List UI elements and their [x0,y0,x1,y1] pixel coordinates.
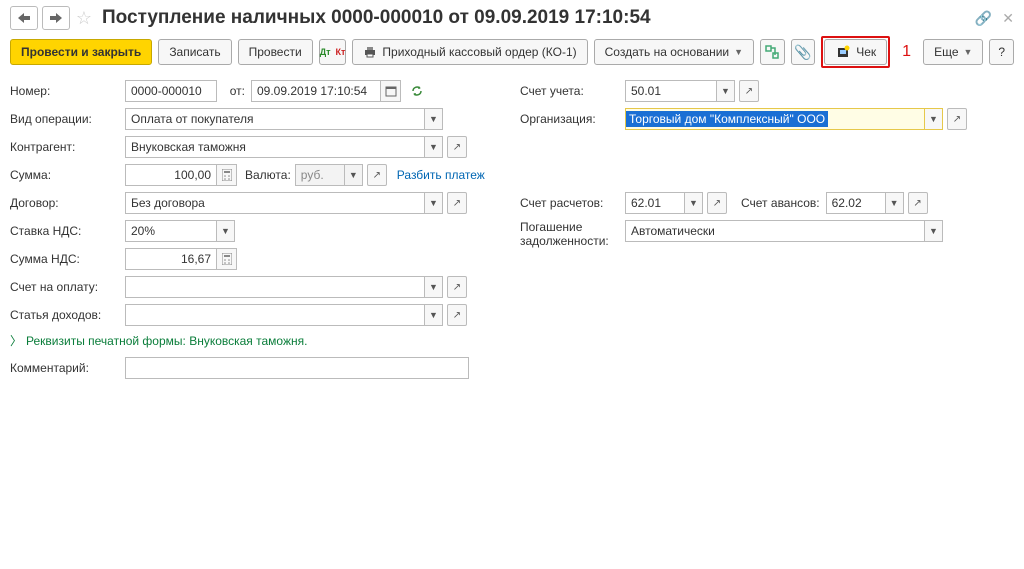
income-dropdown[interactable]: ▼ [425,304,443,326]
currency-open[interactable]: ↗ [367,164,387,186]
counterparty-dropdown[interactable]: ▼ [425,136,443,158]
annotation-1: 1 [902,43,911,61]
date-field[interactable]: 09.09.2019 17:10:54 [251,80,381,102]
comment-field[interactable] [125,357,469,379]
settle-account-open[interactable]: ↗ [707,192,727,214]
save-button[interactable]: Записать [158,39,231,65]
nav-back-button[interactable] [10,6,38,30]
link-icon[interactable]: 🔗 [975,10,992,27]
close-icon[interactable]: ✕ [1002,10,1014,27]
counterparty-label: Контрагент: [10,140,125,154]
attachment-button[interactable]: 📎 [791,39,816,65]
income-open[interactable]: ↗ [447,304,467,326]
chevron-down-icon: ▼ [964,47,973,57]
print-form-req-text: Реквизиты печатной формы: Внуковская там… [26,334,307,348]
nav-forward-button[interactable] [42,6,70,30]
counterparty-open[interactable]: ↗ [447,136,467,158]
settle-account-field[interactable]: 62.01 [625,192,685,214]
debt-closing-field[interactable]: Автоматически [625,220,925,242]
number-label: Номер: [10,84,125,98]
optype-field[interactable]: Оплата от покупателя [125,108,425,130]
vatsum-calc-icon[interactable] [217,248,237,270]
vatsum-field[interactable]: 16,67 [125,248,217,270]
sum-label: Сумма: [10,168,125,182]
organization-field[interactable]: Торговый дом "Комплексный" ООО [625,108,925,130]
number-field[interactable]: 0000-000010 [125,80,217,102]
contract-label: Договор: [10,196,125,210]
advance-account-label: Счет авансов: [741,196,820,210]
related-docs-button[interactable] [760,39,785,65]
vatrate-dropdown[interactable]: ▼ [217,220,235,242]
print-ko1-label: Приходный кассовый ордер (КО-1) [382,45,576,59]
settle-account-dropdown[interactable]: ▼ [685,192,703,214]
check-highlight-box: Чек [821,36,890,68]
optype-label: Вид операции: [10,112,125,126]
from-label: от: [217,84,245,98]
income-field[interactable] [125,304,425,326]
chevron-right-icon: 〉 [10,332,22,349]
invoice-open[interactable]: ↗ [447,276,467,298]
more-button[interactable]: Еще ▼ [923,39,983,65]
organization-label: Организация: [520,112,625,126]
currency-label: Валюта: [245,168,291,182]
debt-closing-dropdown[interactable]: ▼ [925,220,943,242]
organization-value: Торговый дом "Комплексный" ООО [626,111,828,127]
organization-dropdown[interactable]: ▼ [925,108,943,130]
help-button[interactable]: ? [989,39,1014,65]
account-field[interactable]: 50.01 [625,80,717,102]
contract-open[interactable]: ↗ [447,192,467,214]
dt-kt-button[interactable]: ДтКт [319,39,347,65]
post-and-close-button[interactable]: Провести и закрыть [10,39,152,65]
optype-dropdown[interactable]: ▼ [425,108,443,130]
income-label: Статья доходов: [10,308,125,322]
invoice-label: Счет на оплату: [10,280,125,294]
advance-account-dropdown[interactable]: ▼ [886,192,904,214]
post-button[interactable]: Провести [238,39,313,65]
vatsum-label: Сумма НДС: [10,252,125,266]
currency-field: руб. [295,164,345,186]
invoice-dropdown[interactable]: ▼ [425,276,443,298]
receipt-icon [835,45,851,59]
invoice-field[interactable] [125,276,425,298]
chevron-down-icon: ▼ [734,47,743,57]
account-label: Счет учета: [520,84,625,98]
vatrate-label: Ставка НДС: [10,224,125,238]
sum-field[interactable]: 100,00 [125,164,217,186]
settle-account-label: Счет расчетов: [520,196,625,210]
check-label: Чек [856,45,876,59]
print-ko1-button[interactable]: Приходный кассовый ордер (КО-1) [352,39,587,65]
organization-open[interactable]: ↗ [947,108,967,130]
paperclip-icon: 📎 [794,44,811,61]
refresh-icon[interactable] [407,80,427,102]
comment-label: Комментарий: [10,361,125,375]
print-form-requisites-link[interactable]: 〉 Реквизиты печатной формы: Внуковская т… [10,332,490,349]
check-button[interactable]: Чек [824,39,887,65]
debt-closing-label: Погашение задолженности: [520,220,625,248]
calendar-icon[interactable] [381,80,401,102]
counterparty-field[interactable]: Внуковская таможня [125,136,425,158]
sum-calc-icon[interactable] [217,164,237,186]
printer-icon [363,46,377,58]
account-open[interactable]: ↗ [739,80,759,102]
create-based-on-button[interactable]: Создать на основании ▼ [594,39,754,65]
vatrate-field[interactable]: 20% [125,220,217,242]
account-dropdown[interactable]: ▼ [717,80,735,102]
split-payment-link[interactable]: Разбить платеж [397,168,485,182]
more-label: Еще [934,45,958,59]
contract-field[interactable]: Без договора [125,192,425,214]
currency-dropdown: ▼ [345,164,363,186]
contract-dropdown[interactable]: ▼ [425,192,443,214]
advance-account-field[interactable]: 62.02 [826,192,886,214]
page-title: Поступление наличных 0000-000010 от 09.0… [102,7,971,29]
favorite-star-icon[interactable]: ☆ [74,8,94,28]
advance-account-open[interactable]: ↗ [908,192,928,214]
create-based-on-label: Создать на основании [605,45,730,59]
